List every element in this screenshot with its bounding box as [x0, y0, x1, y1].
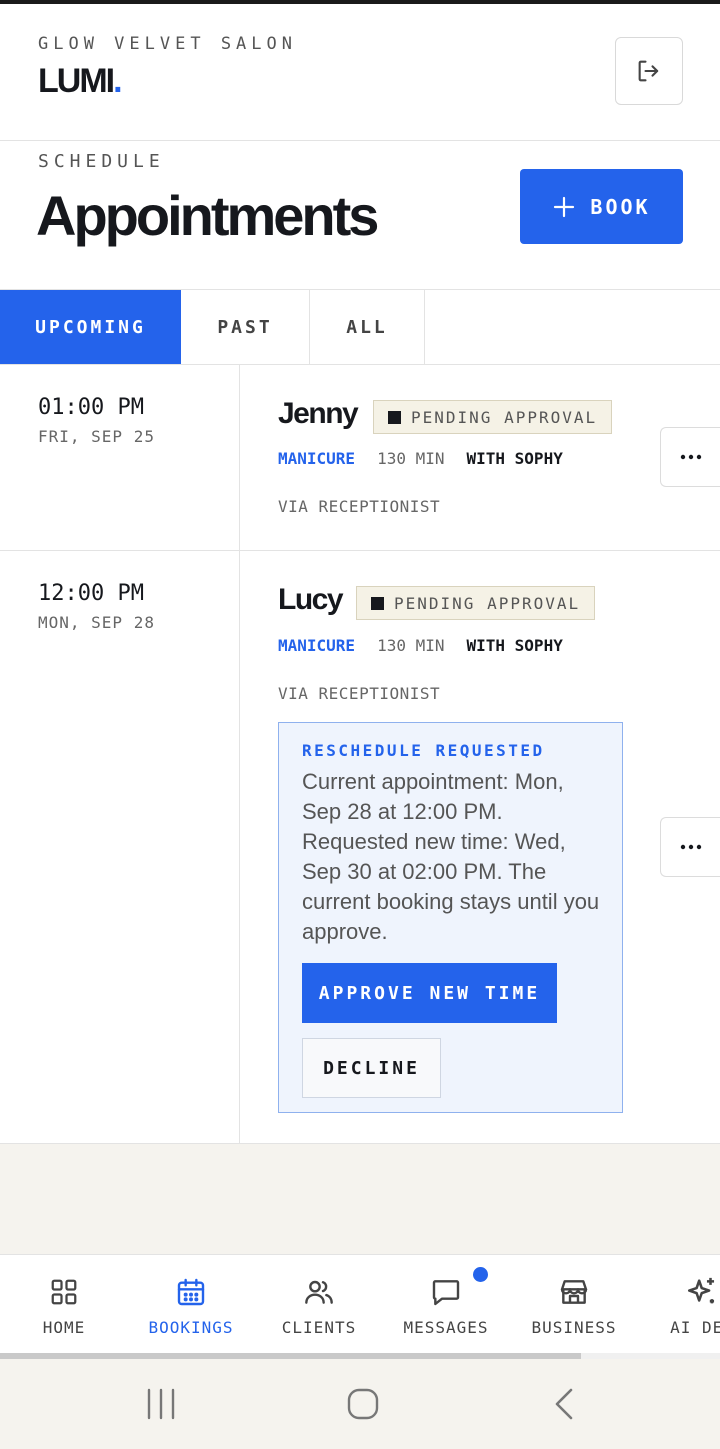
service-name: MANICURE	[278, 636, 356, 655]
status-label: PENDING APPROVAL	[394, 593, 581, 613]
tab-past[interactable]: PAST	[181, 290, 310, 364]
status-label: PENDING APPROVAL	[411, 407, 598, 427]
brand-name: LUMI	[38, 62, 115, 100]
nav-ai-designer[interactable]: AI DES	[652, 1255, 720, 1353]
booking-source: VIA RECEPTIONIST	[278, 684, 441, 703]
client-name: Lucy	[278, 583, 344, 616]
status-square-icon	[371, 596, 384, 610]
nav-clients[interactable]: CLIENTS	[268, 1255, 370, 1353]
logout-icon	[638, 60, 659, 82]
plus-icon	[554, 196, 575, 217]
staff-name: WITH SOPHY	[466, 449, 563, 468]
staff-name: WITH SOPHY	[466, 636, 563, 655]
appointment-time: 12:00 PM	[38, 581, 144, 606]
back-arrow-icon[interactable]	[553, 1387, 575, 1421]
calendar-icon	[175, 1275, 207, 1309]
appointment-meta: MANICURE 130 MIN WITH SOPHY	[278, 449, 563, 468]
store-icon	[558, 1275, 590, 1309]
reschedule-request-panel: RESCHEDULE REQUESTED Current appointment…	[278, 722, 623, 1113]
system-navigation-bar	[0, 1359, 720, 1449]
tab-all[interactable]: ALL	[310, 290, 425, 364]
more-options-button[interactable]	[660, 817, 720, 877]
appointment-card[interactable]: 01:00 PM FRI, SEP 25 Jenny PENDING APPRO…	[0, 365, 720, 551]
salon-name: GLOW VELVET SALON	[38, 34, 297, 54]
nav-business-label: BUSINESS	[531, 1318, 617, 1337]
appointment-meta: MANICURE 130 MIN WITH SOPHY	[278, 636, 563, 655]
bottom-navigation: HOME BOOKINGS CLIENTS MESSAGES BUSINESS …	[0, 1254, 720, 1359]
filter-tabs: UPCOMING PAST ALL	[0, 290, 720, 365]
service-duration: 130 MIN	[377, 449, 445, 468]
appointment-card[interactable]: 12:00 PM MON, SEP 28 Lucy PENDING APPROV…	[0, 551, 720, 1144]
brand-dot: .	[113, 62, 123, 100]
appointment-time-column: 12:00 PM MON, SEP 28	[0, 551, 240, 1143]
reschedule-details: Current appointment: Mon, Sep 28 at 12:0…	[302, 769, 600, 944]
book-button-label: BOOK	[590, 194, 651, 219]
nav-bookings[interactable]: BOOKINGS	[136, 1255, 246, 1353]
section-eyebrow: SCHEDULE	[38, 151, 165, 172]
more-horizontal-icon	[680, 844, 701, 850]
recent-apps-icon[interactable]	[146, 1388, 176, 1420]
service-name: MANICURE	[278, 449, 356, 468]
status-badge: PENDING APPROVAL	[356, 586, 596, 620]
booking-source: VIA RECEPTIONIST	[278, 497, 441, 516]
book-button[interactable]: BOOK	[520, 169, 683, 244]
message-icon	[430, 1275, 462, 1309]
nav-home[interactable]: HOME	[14, 1255, 114, 1353]
home-circle-icon[interactable]	[346, 1387, 380, 1421]
nav-ai-designer-label: AI DES	[670, 1318, 720, 1337]
status-badge: PENDING APPROVAL	[373, 400, 613, 434]
tab-upcoming[interactable]: UPCOMING	[0, 290, 181, 364]
decline-button[interactable]: DECLINE	[302, 1038, 441, 1098]
client-name: Jenny	[278, 397, 359, 430]
appointment-time: 01:00 PM	[38, 395, 144, 420]
nav-bookings-label: BOOKINGS	[148, 1318, 234, 1337]
appointment-time-column: 01:00 PM FRI, SEP 25	[0, 365, 240, 550]
nav-clients-label: CLIENTS	[281, 1318, 357, 1337]
users-icon	[303, 1275, 335, 1309]
page-title: Appointments	[36, 184, 379, 247]
reschedule-title: RESCHEDULE REQUESTED	[302, 741, 545, 760]
nav-messages-label: MESSAGES	[403, 1318, 489, 1337]
sparkles-icon	[685, 1275, 719, 1309]
notification-dot	[473, 1267, 488, 1282]
brand-logo: LUMI.	[38, 62, 123, 101]
approve-new-time-button[interactable]: APPROVE NEW TIME	[302, 963, 557, 1023]
status-square-icon	[388, 410, 401, 424]
more-horizontal-icon	[680, 454, 701, 460]
app-header: GLOW VELVET SALON LUMI.	[0, 4, 720, 141]
title-section: SCHEDULE Appointments BOOK	[0, 141, 720, 290]
appointment-date: MON, SEP 28	[38, 613, 155, 632]
nav-business[interactable]: BUSINESS	[524, 1255, 624, 1353]
nav-home-label: HOME	[42, 1318, 86, 1337]
more-options-button[interactable]	[660, 427, 720, 487]
logout-button[interactable]	[615, 37, 683, 105]
appointment-date: FRI, SEP 25	[38, 427, 155, 446]
service-duration: 130 MIN	[377, 636, 445, 655]
grid-icon	[49, 1275, 79, 1309]
